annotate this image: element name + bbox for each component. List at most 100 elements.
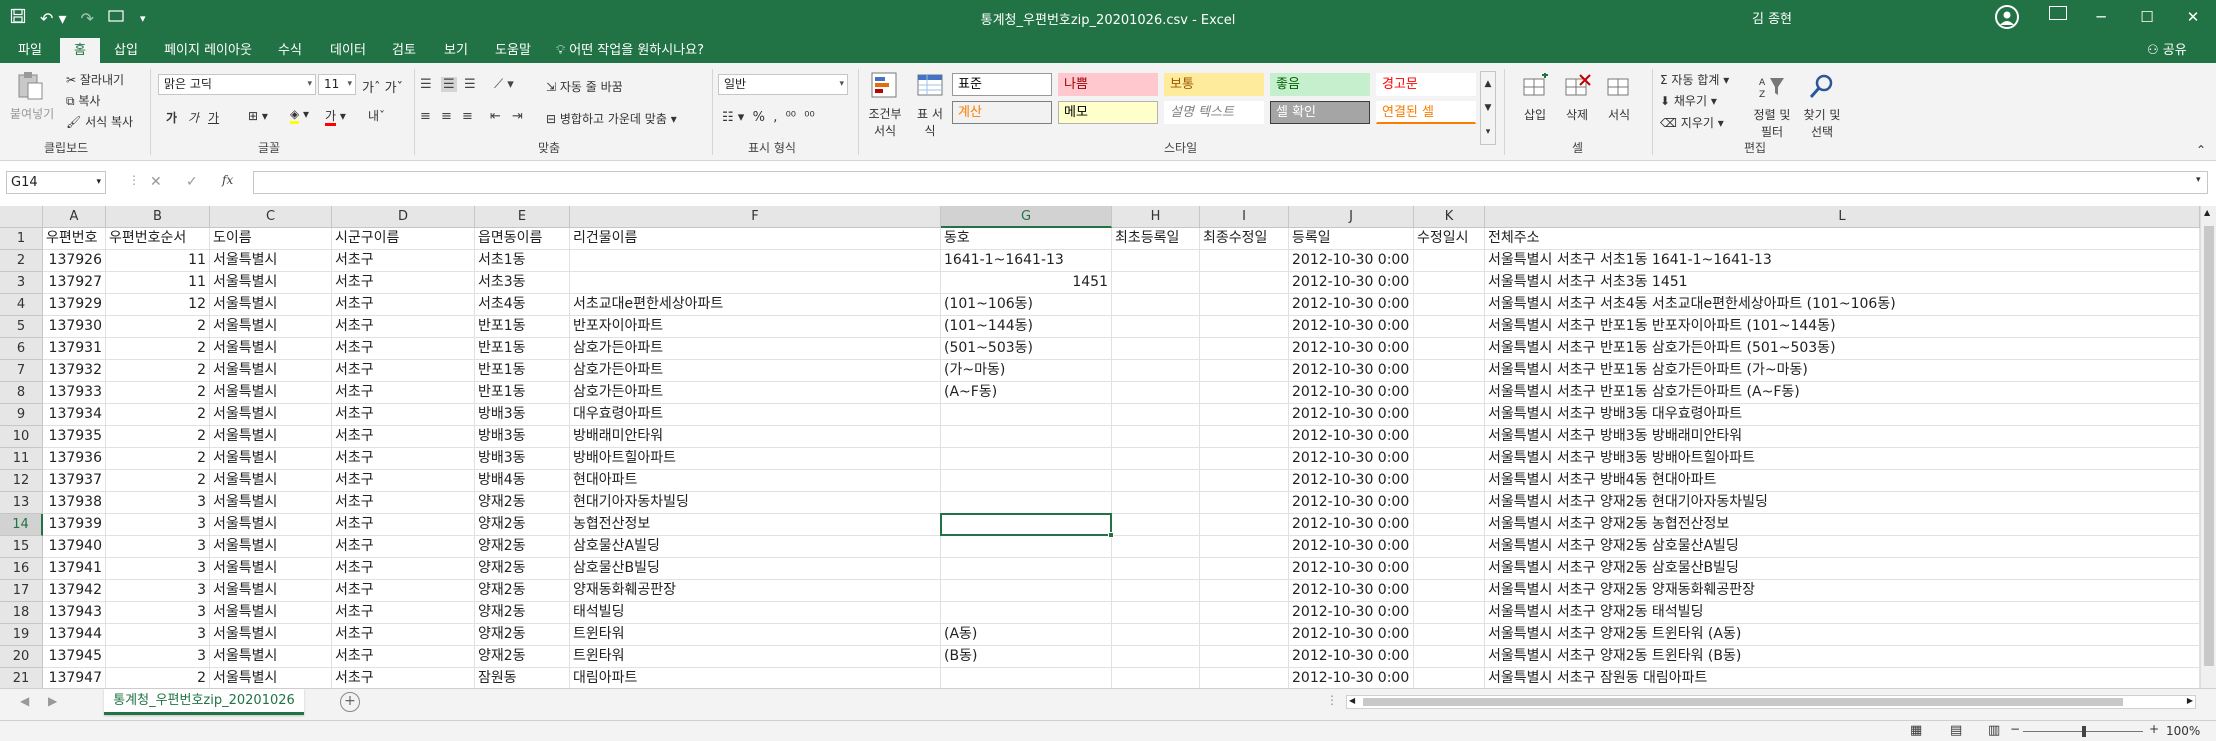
table-cell[interactable]: 137945 [43,646,106,668]
table-cell[interactable]: 3 [106,514,210,536]
table-cell[interactable]: 서울특별시 [210,580,332,602]
table-cell[interactable]: 137934 [43,404,106,426]
table-cell[interactable] [1414,294,1485,316]
table-cell[interactable] [1112,382,1200,404]
table-cell[interactable] [1414,536,1485,558]
table-cell[interactable]: 서울특별시 서초구 양재2동 농협전산정보 [1485,514,2200,536]
table-cell[interactable]: 서울특별시 서초구 반포1동 삼호가든아파트 (A~F동) [1485,382,2200,404]
find-icon[interactable] [1808,73,1836,101]
table-cell[interactable]: 양재동화훼공판장 [570,580,941,602]
table-cell[interactable]: 서울특별시 서초구 방배3동 방배아트힐아파트 [1485,448,2200,470]
table-cell[interactable] [1200,624,1289,646]
table-cell[interactable] [570,250,941,272]
tab-page-layout[interactable]: 페이지 레이아웃 [158,38,258,63]
table-cell[interactable]: 서울특별시 [210,338,332,360]
table-cell[interactable] [1414,448,1485,470]
table-cell[interactable]: 11 [106,272,210,294]
sort-filter-icon[interactable]: AZ [1758,73,1786,101]
sort-filter-button[interactable]: 정렬 및 필터 [1750,106,1794,140]
cell-style-4[interactable]: 경고문 [1376,73,1476,96]
table-cell[interactable]: 서초구 [332,448,475,470]
table-cell[interactable] [1414,668,1485,688]
table-cell[interactable]: 서울특별시 서초구 반포1동 삼호가든아파트 (501~503동) [1485,338,2200,360]
view-icon[interactable] [108,9,126,27]
table-cell[interactable] [1112,492,1200,514]
table-cell[interactable] [1414,514,1485,536]
table-cell[interactable] [1200,646,1289,668]
row-header[interactable]: 10 [0,426,43,448]
table-cell[interactable] [1112,294,1200,316]
fill-button[interactable]: ⬇ 채우기 ▾ [1660,92,1717,109]
table-cell[interactable] [1200,470,1289,492]
table-cell[interactable]: (A동) [941,624,1112,646]
table-cell[interactable] [1200,514,1289,536]
table-cell[interactable]: 삼호물산A빌딩 [570,536,941,558]
conditional-formatting-button[interactable]: 조건부 서식 [866,105,904,139]
table-cell[interactable]: 방배4동 [475,470,570,492]
table-cell[interactable]: 양재2동 [475,646,570,668]
table-cell[interactable]: 반포1동 [475,382,570,404]
table-cell[interactable]: (A~F동) [941,382,1112,404]
column-header-F[interactable]: F [570,206,941,228]
table-cell[interactable]: 2 [106,448,210,470]
column-header-B[interactable]: B [106,206,210,228]
table-cell[interactable]: 2012-10-30 0:00 [1289,536,1414,558]
table-cell[interactable]: 서초구 [332,426,475,448]
table-cell[interactable] [1112,646,1200,668]
table-cell[interactable]: 서울특별시 [210,558,332,580]
copy-button[interactable]: ⧉ 복사 [66,92,100,109]
orientation-icon[interactable]: ⟋ ▾ [494,77,514,92]
table-cell[interactable] [941,602,1112,624]
table-cell[interactable]: 서울특별시 서초구 반포1동 삼호가든아파트 (가~마동) [1485,360,2200,382]
table-cell[interactable]: 서초구 [332,404,475,426]
table-cell[interactable] [1112,272,1200,294]
page-break-view-icon[interactable]: ▥ [1988,723,2000,738]
undo-icon[interactable]: ↶ ▾ [40,9,67,28]
table-cell[interactable]: 2012-10-30 0:00 [1289,624,1414,646]
tab-review[interactable]: 검토 [386,38,422,63]
table-cell[interactable]: 137931 [43,338,106,360]
formula-input[interactable] [253,171,2208,194]
name-box[interactable]: G14 ▾ [6,171,106,194]
header-cell[interactable]: 최초등록일 [1112,228,1200,250]
table-cell[interactable]: 서울특별시 서초구 잠원동 대림아파트 [1485,668,2200,688]
insert-cells-icon[interactable] [1522,72,1550,101]
share-button[interactable]: ⚇ 공유 [2147,39,2187,58]
table-cell[interactable]: 양재2동 [475,514,570,536]
insert-button[interactable]: 삽입 [1524,106,1546,123]
table-cell[interactable] [1200,294,1289,316]
column-header-K[interactable]: K [1414,206,1485,228]
table-cell[interactable]: 2 [106,338,210,360]
table-cell[interactable]: 트윈타워 [570,624,941,646]
table-cell[interactable]: 2012-10-30 0:00 [1289,316,1414,338]
table-cell[interactable] [1112,470,1200,492]
column-header-L[interactable]: L [1485,206,2200,228]
save-icon[interactable] [10,8,26,28]
table-cell[interactable]: 방배3동 [475,448,570,470]
table-cell[interactable] [1414,602,1485,624]
column-header-C[interactable]: C [210,206,332,228]
customize-qat-icon[interactable]: ▾ [140,12,146,25]
table-cell[interactable]: 트윈타워 [570,646,941,668]
tab-help[interactable]: 도움말 [490,38,536,63]
tab-file[interactable]: 파일 [10,38,50,63]
avatar[interactable] [1995,5,2019,29]
table-cell[interactable]: 서초구 [332,514,475,536]
table-cell[interactable]: 서울특별시 서초구 방배3동 방배래미안타워 [1485,426,2200,448]
table-cell[interactable] [1200,426,1289,448]
table-cell[interactable] [1414,558,1485,580]
table-cell[interactable]: 3 [106,624,210,646]
table-cell[interactable]: 서울특별시 [210,404,332,426]
table-cell[interactable]: 3 [106,580,210,602]
table-cell[interactable]: 서울특별시 서초구 양재2동 양재동화훼공판장 [1485,580,2200,602]
table-cell[interactable]: 137936 [43,448,106,470]
table-cell[interactable] [1200,404,1289,426]
formula-bar-options-icon[interactable]: ⋮ [128,173,140,187]
table-cell[interactable]: 대우효령아파트 [570,404,941,426]
table-cell[interactable]: 2 [106,426,210,448]
table-cell[interactable]: 137937 [43,470,106,492]
table-cell[interactable]: 137930 [43,316,106,338]
delete-button[interactable]: 삭제 [1566,106,1588,123]
table-cell[interactable]: 현대아파트 [570,470,941,492]
increase-indent-icon[interactable]: ⇥ [512,109,523,124]
